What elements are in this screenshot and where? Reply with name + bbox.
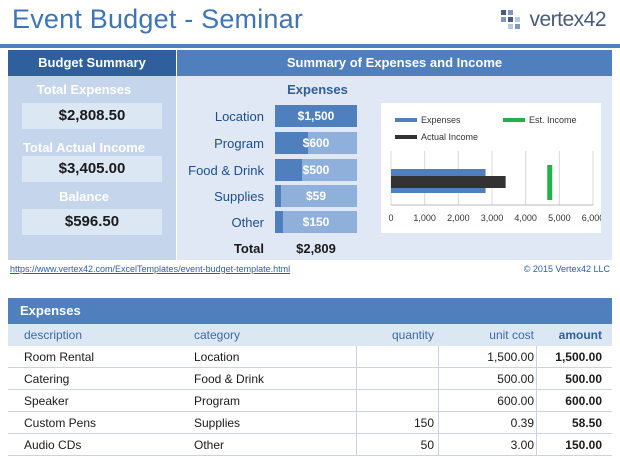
x-tick-label: 2,000 bbox=[447, 213, 470, 223]
table-row[interactable]: Custom Pens Supplies 150 0.39 58.50 bbox=[8, 412, 612, 434]
cell-category[interactable]: Supplies bbox=[194, 416, 240, 430]
legend-actual-income-swatch bbox=[395, 135, 417, 139]
cell-amount: 1,500.00 bbox=[555, 350, 602, 364]
cell-divider bbox=[438, 434, 439, 456]
category-value: $59 bbox=[305, 189, 327, 203]
cell-description[interactable]: Custom Pens bbox=[24, 416, 96, 430]
category-bar-location: $1,500 bbox=[275, 105, 357, 127]
table-row[interactable]: Room Rental Location 1,500.00 1,500.00 bbox=[8, 346, 612, 368]
cell-unit-cost[interactable]: 0.39 bbox=[444, 416, 534, 430]
x-tick-label: 3,000 bbox=[481, 213, 504, 223]
cell-amount: 600.00 bbox=[565, 394, 602, 408]
logo-text: vertex42 bbox=[529, 8, 606, 31]
category-bar-food-drink: $500 bbox=[275, 159, 357, 181]
column-description: description bbox=[24, 328, 83, 342]
cell-divider bbox=[438, 390, 439, 412]
column-category: category bbox=[194, 328, 241, 342]
category-label-other: Other bbox=[231, 215, 264, 230]
cell-quantity[interactable]: 50 bbox=[362, 438, 434, 452]
balance-value: $596.50 bbox=[22, 209, 162, 235]
cell-unit-cost[interactable]: 500.00 bbox=[444, 372, 534, 386]
income-expenses-chart: Expenses Est. Income Actual Income 0 1,000 2,… bbox=[381, 103, 601, 233]
legend-expenses-text: Expenses bbox=[421, 115, 461, 125]
category-bar-other: $150 bbox=[275, 211, 357, 233]
cell-divider bbox=[356, 346, 357, 368]
column-quantity: quantity bbox=[391, 328, 434, 342]
cell-divider bbox=[356, 368, 357, 390]
expenses-table-header: Expenses bbox=[8, 298, 612, 324]
cell-amount: 500.00 bbox=[565, 372, 602, 386]
category-label-program: Program bbox=[214, 136, 264, 151]
cell-description[interactable]: Room Rental bbox=[24, 350, 94, 364]
cell-amount: 150.00 bbox=[565, 438, 602, 452]
category-bar-program: $600 bbox=[275, 132, 357, 154]
cell-divider bbox=[356, 434, 357, 456]
category-label-food-drink: Food & Drink bbox=[188, 163, 264, 178]
legend-actual-income-text: Actual Income bbox=[421, 132, 478, 142]
cell-category[interactable]: Other bbox=[194, 438, 224, 452]
legend-expenses-swatch bbox=[395, 118, 417, 122]
cell-description[interactable]: Catering bbox=[24, 372, 69, 386]
x-tick-label: 6,000 bbox=[582, 213, 601, 223]
legend-est-income-text: Est. Income bbox=[529, 115, 577, 125]
bar-actual-income bbox=[391, 176, 506, 188]
page-title: Event Budget - Seminar bbox=[12, 4, 304, 34]
cell-divider bbox=[438, 368, 439, 390]
cell-unit-cost[interactable]: 1,500.00 bbox=[444, 350, 534, 364]
cell-divider bbox=[356, 390, 357, 412]
marker-est-income bbox=[547, 165, 553, 200]
budget-summary-header: Budget Summary bbox=[8, 50, 176, 76]
cell-description[interactable]: Speaker bbox=[24, 394, 69, 408]
total-value: $2,809 bbox=[296, 241, 336, 256]
cell-divider bbox=[438, 412, 439, 434]
category-value: $1,500 bbox=[297, 109, 335, 123]
title-divider bbox=[0, 44, 620, 48]
cell-quantity[interactable]: 150 bbox=[362, 416, 434, 430]
cell-category[interactable]: Program bbox=[194, 394, 240, 408]
balance-label: Balance bbox=[59, 189, 109, 204]
cell-category[interactable]: Location bbox=[194, 350, 239, 364]
total-label: Total bbox=[233, 241, 264, 256]
x-tick-label: 0 bbox=[388, 213, 393, 223]
category-label-location: Location bbox=[214, 109, 264, 124]
category-label-supplies: Supplies bbox=[214, 189, 264, 204]
table-row[interactable]: Catering Food & Drink 500.00 500.00 bbox=[8, 368, 612, 390]
total-income-value: $3,405.00 bbox=[22, 156, 162, 182]
table-row[interactable]: Speaker Program 600.00 600.00 bbox=[8, 390, 612, 412]
x-tick-label: 5,000 bbox=[548, 213, 571, 223]
category-bar-supplies: $59 bbox=[275, 185, 357, 207]
summary-panel-header: Summary of Expenses and Income bbox=[177, 50, 612, 76]
logo-icon bbox=[501, 10, 521, 29]
vertex42-logo: vertex42 bbox=[499, 8, 606, 32]
cell-divider bbox=[356, 412, 357, 434]
cell-unit-cost[interactable]: 3.00 bbox=[444, 438, 534, 452]
column-amount: amount bbox=[558, 328, 602, 342]
total-expenses-label: Total Expenses bbox=[36, 82, 132, 97]
x-tick-label: 1,000 bbox=[413, 213, 436, 223]
table-column-headers: description category quantity unit cost … bbox=[8, 324, 612, 346]
cell-unit-cost[interactable]: 600.00 bbox=[444, 394, 534, 408]
category-value: $150 bbox=[302, 215, 330, 229]
x-tick-label: 4,000 bbox=[514, 213, 537, 223]
total-expenses-value: $2,808.50 bbox=[22, 103, 162, 129]
expenses-chart-title: Expenses bbox=[287, 82, 348, 97]
legend-est-income-swatch bbox=[503, 118, 525, 122]
cell-divider bbox=[438, 346, 439, 368]
copyright-text: © 2015 Vertex42 LLC bbox=[523, 264, 610, 274]
table-row[interactable]: Audio CDs Other 50 3.00 150.00 bbox=[8, 434, 612, 456]
category-value: $600 bbox=[302, 136, 330, 150]
column-unit-cost: unit cost bbox=[489, 328, 534, 342]
cell-amount: 58.50 bbox=[571, 416, 602, 430]
total-income-label: Total Actual Income bbox=[22, 140, 146, 155]
category-value: $500 bbox=[302, 163, 330, 177]
cell-category[interactable]: Food & Drink bbox=[194, 372, 264, 386]
template-link[interactable]: https://www.vertex42.com/ExcelTemplates/… bbox=[10, 264, 290, 274]
cell-description[interactable]: Audio CDs bbox=[24, 438, 81, 452]
